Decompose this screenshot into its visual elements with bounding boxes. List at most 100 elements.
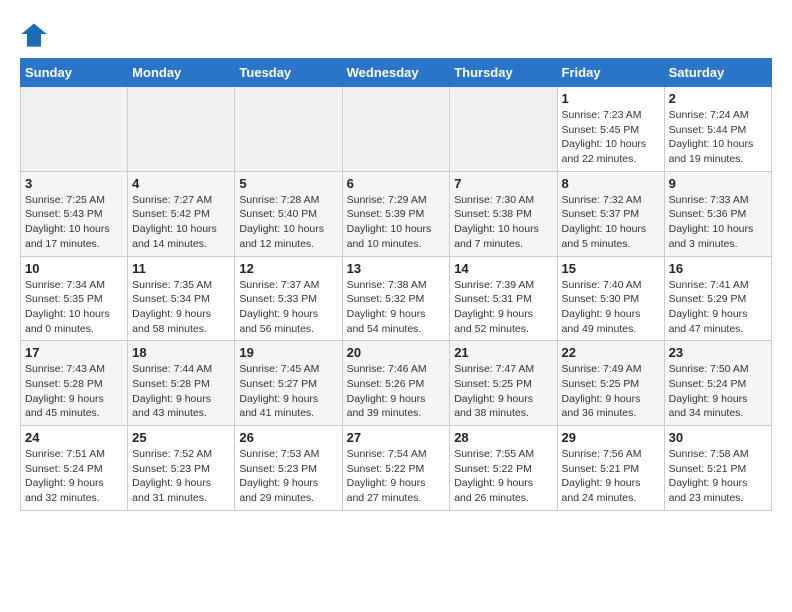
calendar-cell: 28 Sunrise: 7:55 AM Sunset: 5:22 PM Dayli… [450,426,557,511]
calendar-cell: 25 Sunrise: 7:52 AM Sunset: 5:23 PM Dayli… [128,426,235,511]
day-number: 13 [347,261,446,276]
day-info: Sunrise: 7:30 AM Sunset: 5:38 PM Dayligh… [454,193,552,252]
day-info: Sunrise: 7:33 AM Sunset: 5:36 PM Dayligh… [669,193,767,252]
calendar-header: SundayMondayTuesdayWednesdayThursdayFrid… [21,59,772,87]
day-number: 1 [562,91,660,106]
day-info: Sunrise: 7:52 AM Sunset: 5:23 PM Dayligh… [132,447,230,506]
calendar-body: 1Sunrise: 7:23 AM Sunset: 5:45 PM Daylig… [21,87,772,511]
page-header [20,20,772,48]
day-info: Sunrise: 7:34 AM Sunset: 5:35 PM Dayligh… [25,278,123,337]
day-number: 17 [25,345,123,360]
calendar-cell: 18 Sunrise: 7:44 AM Sunset: 5:28 PM Dayli… [128,341,235,426]
day-info: Sunrise: 7:41 AM Sunset: 5:29 PM Dayligh… [669,278,767,337]
calendar-cell: 9Sunrise: 7:33 AM Sunset: 5:36 PM Daylig… [664,171,771,256]
calendar-cell: 21 Sunrise: 7:47 AM Sunset: 5:25 PM Dayli… [450,341,557,426]
day-number: 23 [669,345,767,360]
day-info: Sunrise: 7:40 AM Sunset: 5:30 PM Dayligh… [562,278,660,337]
calendar-cell: 8 Sunrise: 7:32 AM Sunset: 5:37 PM Daylig… [557,171,664,256]
day-number: 21 [454,345,552,360]
day-info: Sunrise: 7:39 AM Sunset: 5:31 PM Dayligh… [454,278,552,337]
calendar-week-row: 10 Sunrise: 7:34 AM Sunset: 5:35 PM Dayli… [21,256,772,341]
weekday-header: Sunday [21,59,128,87]
calendar-cell: 23 Sunrise: 7:50 AM Sunset: 5:24 PM Dayli… [664,341,771,426]
calendar-cell: 26Sunrise: 7:53 AM Sunset: 5:23 PM Dayli… [235,426,342,511]
day-info: Sunrise: 7:29 AM Sunset: 5:39 PM Dayligh… [347,193,446,252]
weekday-header: Saturday [664,59,771,87]
day-info: Sunrise: 7:28 AM Sunset: 5:40 PM Dayligh… [239,193,337,252]
calendar-cell: 29 Sunrise: 7:56 AM Sunset: 5:21 PM Dayli… [557,426,664,511]
calendar-cell: 27 Sunrise: 7:54 AM Sunset: 5:22 PM Dayli… [342,426,450,511]
day-number: 26 [239,430,337,445]
day-info: Sunrise: 7:25 AM Sunset: 5:43 PM Dayligh… [25,193,123,252]
day-number: 10 [25,261,123,276]
calendar-cell: 11 Sunrise: 7:35 AM Sunset: 5:34 PM Dayli… [128,256,235,341]
weekday-header: Monday [128,59,235,87]
day-number: 4 [132,176,230,191]
calendar-cell: 20 Sunrise: 7:46 AM Sunset: 5:26 PM Dayli… [342,341,450,426]
day-info: Sunrise: 7:27 AM Sunset: 5:42 PM Dayligh… [132,193,230,252]
calendar-cell: 22Sunrise: 7:49 AM Sunset: 5:25 PM Dayli… [557,341,664,426]
calendar-cell: 17 Sunrise: 7:43 AM Sunset: 5:28 PM Dayli… [21,341,128,426]
day-number: 14 [454,261,552,276]
day-number: 6 [347,176,446,191]
day-number: 11 [132,261,230,276]
day-info: Sunrise: 7:54 AM Sunset: 5:22 PM Dayligh… [347,447,446,506]
day-number: 28 [454,430,552,445]
calendar-week-row: 1Sunrise: 7:23 AM Sunset: 5:45 PM Daylig… [21,87,772,172]
day-number: 24 [25,430,123,445]
calendar-week-row: 3 Sunrise: 7:25 AM Sunset: 5:43 PM Daylig… [21,171,772,256]
calendar-week-row: 17 Sunrise: 7:43 AM Sunset: 5:28 PM Dayli… [21,341,772,426]
day-number: 2 [669,91,767,106]
day-number: 30 [669,430,767,445]
logo-icon [20,20,48,48]
calendar: SundayMondayTuesdayWednesdayThursdayFrid… [20,58,772,511]
calendar-cell: 7 Sunrise: 7:30 AM Sunset: 5:38 PM Daylig… [450,171,557,256]
day-info: Sunrise: 7:32 AM Sunset: 5:37 PM Dayligh… [562,193,660,252]
calendar-cell: 13 Sunrise: 7:38 AM Sunset: 5:32 PM Dayli… [342,256,450,341]
day-info: Sunrise: 7:44 AM Sunset: 5:28 PM Dayligh… [132,362,230,421]
calendar-cell: 5 Sunrise: 7:28 AM Sunset: 5:40 PM Daylig… [235,171,342,256]
day-info: Sunrise: 7:37 AM Sunset: 5:33 PM Dayligh… [239,278,337,337]
calendar-cell [128,87,235,172]
calendar-cell: 10 Sunrise: 7:34 AM Sunset: 5:35 PM Dayli… [21,256,128,341]
day-number: 25 [132,430,230,445]
day-info: Sunrise: 7:50 AM Sunset: 5:24 PM Dayligh… [669,362,767,421]
day-info: Sunrise: 7:45 AM Sunset: 5:27 PM Dayligh… [239,362,337,421]
day-info: Sunrise: 7:35 AM Sunset: 5:34 PM Dayligh… [132,278,230,337]
day-number: 27 [347,430,446,445]
calendar-cell: 3 Sunrise: 7:25 AM Sunset: 5:43 PM Daylig… [21,171,128,256]
calendar-cell [450,87,557,172]
calendar-cell: 4 Sunrise: 7:27 AM Sunset: 5:42 PM Daylig… [128,171,235,256]
day-number: 12 [239,261,337,276]
calendar-cell: 1Sunrise: 7:23 AM Sunset: 5:45 PM Daylig… [557,87,664,172]
day-number: 7 [454,176,552,191]
day-number: 3 [25,176,123,191]
weekday-header: Thursday [450,59,557,87]
calendar-cell: 14 Sunrise: 7:39 AM Sunset: 5:31 PM Dayli… [450,256,557,341]
day-number: 8 [562,176,660,191]
day-number: 20 [347,345,446,360]
day-number: 29 [562,430,660,445]
logo [20,20,52,48]
day-info: Sunrise: 7:43 AM Sunset: 5:28 PM Dayligh… [25,362,123,421]
day-info: Sunrise: 7:58 AM Sunset: 5:21 PM Dayligh… [669,447,767,506]
calendar-cell: 16 Sunrise: 7:41 AM Sunset: 5:29 PM Dayli… [664,256,771,341]
calendar-cell: 15 Sunrise: 7:40 AM Sunset: 5:30 PM Dayli… [557,256,664,341]
day-info: Sunrise: 7:56 AM Sunset: 5:21 PM Dayligh… [562,447,660,506]
weekday-header: Tuesday [235,59,342,87]
weekday-header: Wednesday [342,59,450,87]
calendar-cell [21,87,128,172]
calendar-week-row: 24 Sunrise: 7:51 AM Sunset: 5:24 PM Dayli… [21,426,772,511]
day-number: 18 [132,345,230,360]
calendar-cell: 12 Sunrise: 7:37 AM Sunset: 5:33 PM Dayli… [235,256,342,341]
day-info: Sunrise: 7:38 AM Sunset: 5:32 PM Dayligh… [347,278,446,337]
day-number: 15 [562,261,660,276]
day-info: Sunrise: 7:55 AM Sunset: 5:22 PM Dayligh… [454,447,552,506]
calendar-cell [342,87,450,172]
day-number: 22 [562,345,660,360]
day-info: Sunrise: 7:47 AM Sunset: 5:25 PM Dayligh… [454,362,552,421]
day-info: Sunrise: 7:51 AM Sunset: 5:24 PM Dayligh… [25,447,123,506]
day-number: 16 [669,261,767,276]
day-number: 5 [239,176,337,191]
day-info: Sunrise: 7:46 AM Sunset: 5:26 PM Dayligh… [347,362,446,421]
